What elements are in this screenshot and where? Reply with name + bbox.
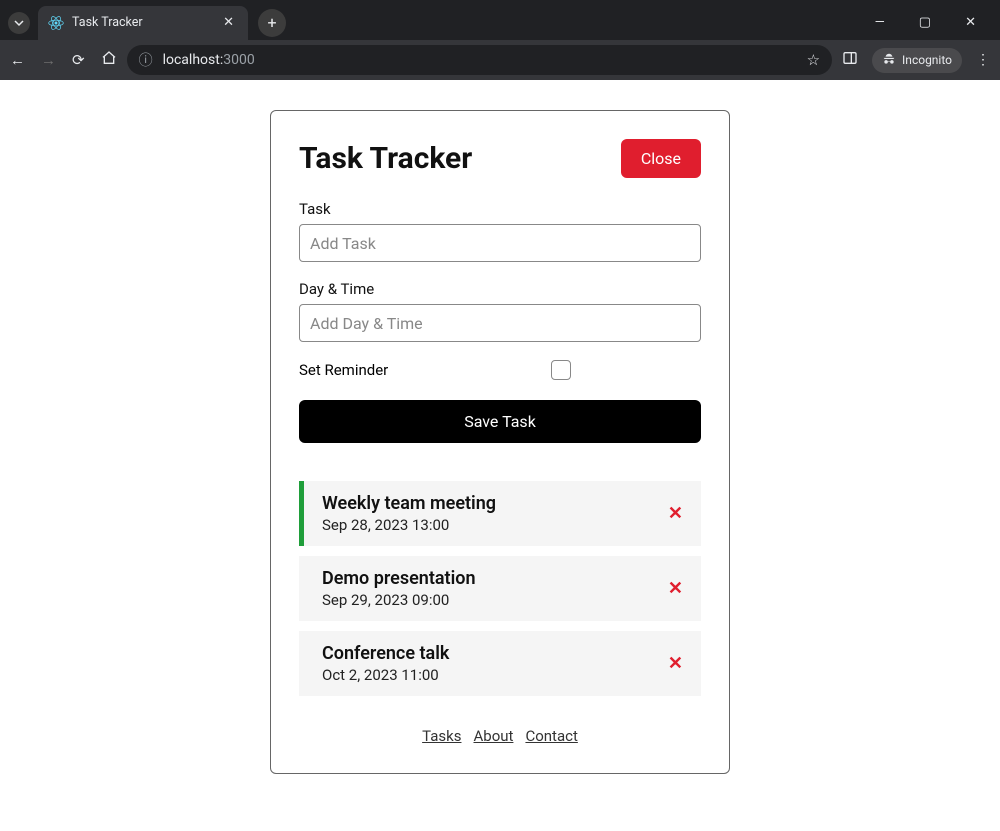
task-item[interactable]: Weekly team meeting Sep 28, 2023 13:00 ✕: [299, 481, 701, 546]
app-header: Task Tracker Close: [299, 139, 701, 178]
app-container: Task Tracker Close Task Day & Time Set R…: [270, 110, 730, 774]
reminder-label: Set Reminder: [299, 361, 388, 379]
home-icon[interactable]: [101, 50, 117, 70]
task-label: Task: [299, 200, 701, 218]
day-field-group: Day & Time: [299, 280, 701, 342]
task-day: Sep 29, 2023 09:00: [322, 591, 476, 609]
url-text: localhost:3000: [163, 52, 255, 68]
tab-title: Task Tracker: [72, 15, 211, 30]
bookmark-star-icon[interactable]: ☆: [807, 51, 820, 69]
menu-icon[interactable]: ⋮: [976, 52, 990, 68]
minimize-icon[interactable]: ―: [867, 9, 893, 36]
delete-task-icon[interactable]: ✕: [668, 653, 683, 674]
incognito-icon: [882, 52, 896, 69]
tab-search-dropdown[interactable]: [8, 12, 30, 34]
browser-toolbar: ← → ⟳ ⓘ localhost:3000 ☆ Incognito ⋮: [0, 40, 1000, 80]
task-input[interactable]: [299, 224, 701, 262]
page-viewport[interactable]: Task Tracker Close Task Day & Time Set R…: [0, 80, 1000, 831]
add-task-form: Task Day & Time Set Reminder Save Task: [299, 200, 701, 443]
app-footer: Tasks About Contact: [299, 726, 701, 745]
day-label: Day & Time: [299, 280, 701, 298]
maximize-icon[interactable]: ▢: [911, 9, 939, 36]
task-text: Weekly team meeting: [322, 493, 496, 514]
app-title: Task Tracker: [299, 141, 472, 176]
task-list: Weekly team meetingSep 28, 2023 13:00✕De…: [299, 481, 701, 696]
site-info-icon[interactable]: ⓘ: [139, 50, 153, 70]
tab-strip: Task Tracker ✕ + ― ▢ ✕: [0, 0, 1000, 40]
task-item[interactable]: Demo presentation Sep 29, 2023 09:00 ✕: [299, 556, 701, 621]
side-panel-icon[interactable]: [842, 50, 858, 70]
task-info: Demo presentation Sep 29, 2023 09:00: [322, 568, 476, 609]
task-day: Oct 2, 2023 11:00: [322, 666, 449, 684]
footer-link-about[interactable]: About: [473, 727, 513, 745]
toggle-form-button[interactable]: Close: [621, 139, 701, 178]
browser-tab[interactable]: Task Tracker ✕: [38, 6, 248, 40]
task-field-group: Task: [299, 200, 701, 262]
back-icon[interactable]: ←: [10, 51, 25, 69]
nav-icons: ← → ⟳: [10, 50, 117, 70]
new-tab-button[interactable]: +: [258, 9, 286, 37]
reminder-checkbox[interactable]: [551, 360, 571, 380]
delete-task-icon[interactable]: ✕: [668, 578, 683, 599]
reminder-field-group: Set Reminder: [299, 360, 701, 380]
close-tab-icon[interactable]: ✕: [219, 13, 238, 32]
window-controls: ― ▢ ✕: [867, 9, 992, 36]
footer-link-tasks[interactable]: Tasks: [422, 727, 461, 745]
task-text: Conference talk: [322, 643, 449, 664]
address-bar[interactable]: ⓘ localhost:3000 ☆: [127, 45, 832, 75]
react-favicon-icon: [48, 15, 64, 31]
day-input[interactable]: [299, 304, 701, 342]
toolbar-right: Incognito ⋮: [842, 48, 990, 73]
incognito-label: Incognito: [902, 53, 952, 67]
close-window-icon[interactable]: ✕: [957, 9, 984, 36]
reload-icon[interactable]: ⟳: [72, 51, 85, 69]
forward-icon[interactable]: →: [41, 51, 56, 69]
delete-task-icon[interactable]: ✕: [668, 503, 683, 524]
task-day: Sep 28, 2023 13:00: [322, 516, 496, 534]
task-item[interactable]: Conference talk Oct 2, 2023 11:00 ✕: [299, 631, 701, 696]
task-info: Conference talk Oct 2, 2023 11:00: [322, 643, 449, 684]
incognito-badge[interactable]: Incognito: [872, 48, 962, 73]
task-text: Demo presentation: [322, 568, 476, 589]
browser-chrome: Task Tracker ✕ + ― ▢ ✕ ← → ⟳ ⓘ localhost…: [0, 0, 1000, 80]
save-task-button[interactable]: Save Task: [299, 400, 701, 443]
task-info: Weekly team meeting Sep 28, 2023 13:00: [322, 493, 496, 534]
footer-link-contact[interactable]: Contact: [525, 727, 577, 745]
